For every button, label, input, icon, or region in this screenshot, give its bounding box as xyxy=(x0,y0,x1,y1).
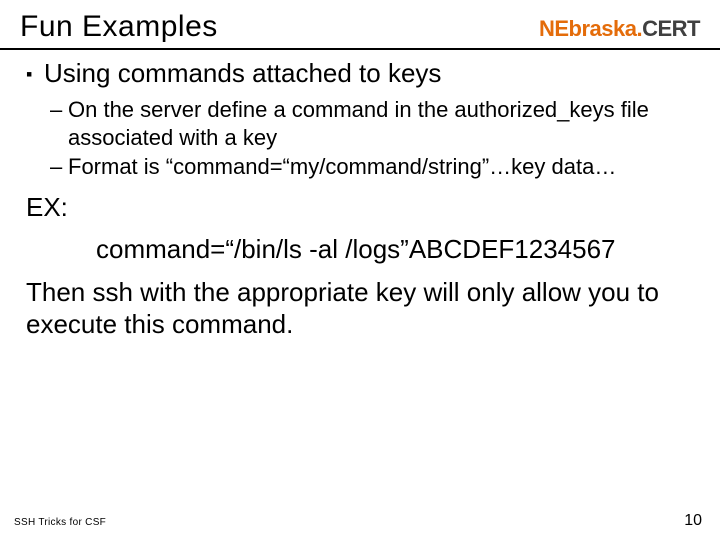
example-label: EX: xyxy=(26,191,702,224)
brand-logo: NEbraska. CERT xyxy=(539,16,700,42)
bullet-marker-icon: ▪ xyxy=(26,58,44,90)
bullet-text: Using commands attached to keys xyxy=(44,58,441,90)
bullet-level2: – Format is “command=“my/command/string”… xyxy=(50,153,702,181)
brand-part2: CERT xyxy=(642,16,700,42)
brand-part1: NEbraska. xyxy=(539,16,642,42)
bullet-level1: ▪ Using commands attached to keys xyxy=(26,58,702,90)
dash-marker-icon: – xyxy=(50,96,68,151)
page-number: 10 xyxy=(684,512,702,530)
divider xyxy=(0,48,720,50)
sub-bullets: – On the server define a command in the … xyxy=(50,96,702,181)
slide: Fun Examples NEbraska. CERT ▪ Using comm… xyxy=(0,0,720,540)
example-explain: Then ssh with the appropriate key will o… xyxy=(26,276,702,341)
slide-body: ▪ Using commands attached to keys – On t… xyxy=(0,58,720,341)
bullet-text: On the server define a command in the au… xyxy=(68,96,702,151)
footer-left: SSH Tricks for CSF xyxy=(14,517,106,528)
slide-title: Fun Examples xyxy=(20,10,218,44)
bullet-level2: – On the server define a command in the … xyxy=(50,96,702,151)
bullet-text: Format is “command=“my/command/string”…k… xyxy=(68,153,616,181)
example-code: command=“/bin/ls -al /logs”ABCDEF1234567 xyxy=(26,233,702,266)
dash-marker-icon: – xyxy=(50,153,68,181)
title-row: Fun Examples NEbraska. CERT xyxy=(0,0,720,48)
